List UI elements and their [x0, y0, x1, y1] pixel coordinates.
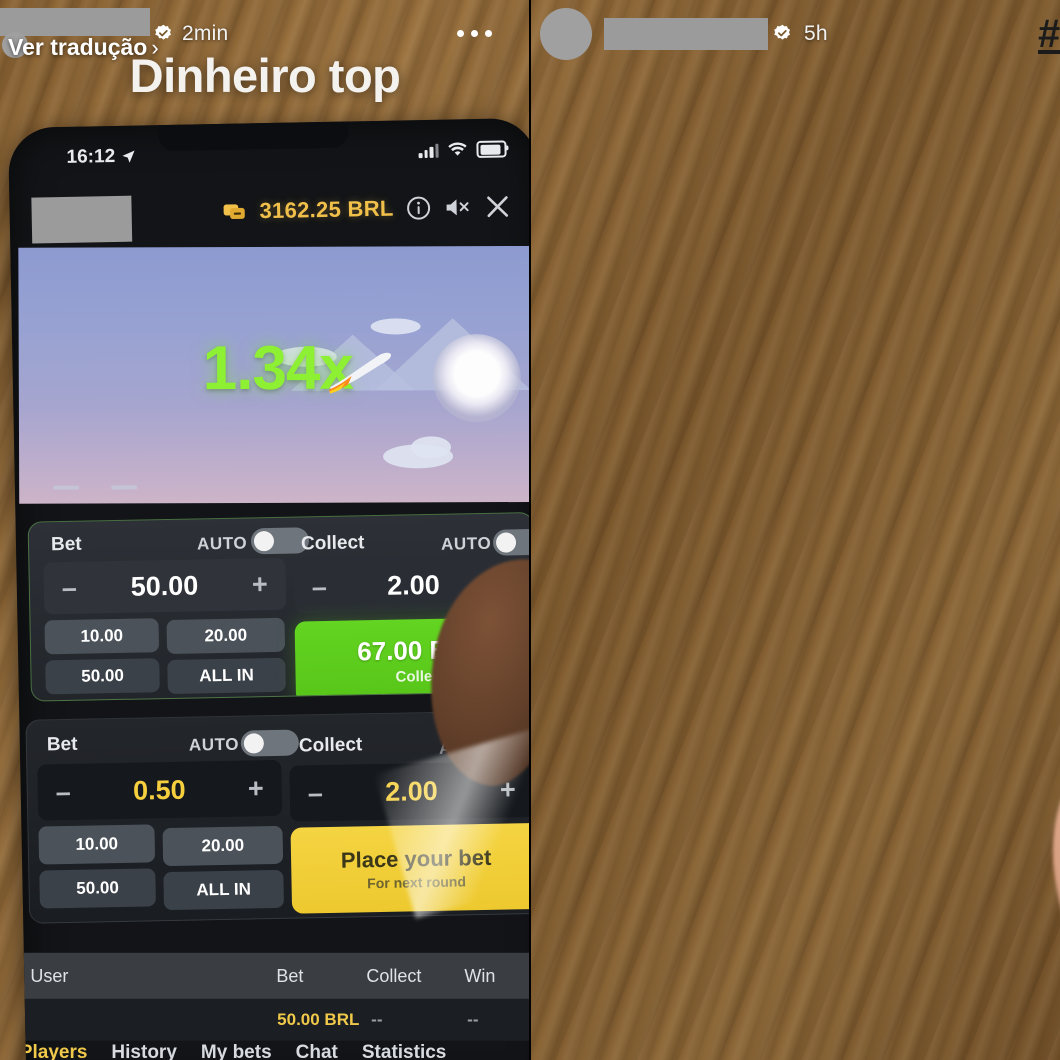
- bet-amount-stepper-1[interactable]: – 50.00 +: [43, 557, 287, 615]
- right-story-pane: 16:25 Depositar Escolha o método de depó…: [530, 0, 1060, 1060]
- bet-plus-1[interactable]: +: [234, 568, 286, 600]
- bet-minus-1[interactable]: –: [44, 572, 96, 604]
- left-story-pane: 16:12 3162.25 BRL 1.34x Bet AUTO Collect…: [0, 0, 530, 1060]
- tab-statistics[interactable]: Statistics: [362, 1042, 446, 1060]
- quick-amount-1-1[interactable]: 10.00: [44, 618, 160, 655]
- quick-amount-2-4[interactable]: ALL IN: [163, 869, 285, 911]
- game-canvas: 1.34x: [18, 245, 530, 504]
- bet-amount-value-2: 0.50: [132, 774, 186, 806]
- cellular-bars-icon: [418, 143, 439, 158]
- timestamp-right: 5h: [804, 22, 828, 45]
- bet-auto-label-1: AUTO: [196, 533, 248, 554]
- more-options-icon[interactable]: [457, 30, 492, 37]
- close-x-icon[interactable]: [483, 192, 512, 221]
- story-stage: 16:12 3162.25 BRL 1.34x Bet AUTO Collect…: [0, 0, 1060, 1060]
- bet-label-1: Bet: [50, 533, 82, 556]
- collect-minus-1[interactable]: –: [294, 571, 346, 603]
- bet-minus-2[interactable]: –: [37, 776, 89, 808]
- bottom-tab-bar: Players History My bets Chat Statistics: [14, 1033, 530, 1060]
- bets-table-header: User Bet Collect Win: [14, 952, 530, 1001]
- status-indicators: [418, 140, 507, 159]
- sound-muted-icon[interactable]: [443, 195, 471, 220]
- bet-plus-2[interactable]: +: [230, 772, 282, 804]
- right-story-header: 5h #: [530, 0, 1060, 62]
- bet-amount-value-1: 50.00: [130, 569, 199, 602]
- balance-amount: 3162.25 BRL: [259, 195, 394, 224]
- quick-amount-1-4[interactable]: ALL IN: [167, 657, 286, 695]
- tab-history[interactable]: History: [111, 1042, 176, 1060]
- table-cell-bet: 50.00 BRL: [277, 1009, 360, 1029]
- battery-icon: [476, 140, 507, 159]
- user-finger-right: [1037, 735, 1060, 1053]
- redacted-username-left: [0, 8, 150, 36]
- info-circle-icon[interactable]: [405, 195, 431, 221]
- balance-area: 3162.25 BRL: [221, 192, 512, 226]
- table-header-win: Win: [464, 965, 496, 986]
- collect-minus-2[interactable]: –: [290, 777, 342, 809]
- collect-label-1: Collect: [300, 532, 365, 555]
- wifi-icon: [448, 142, 467, 156]
- hashtag-icon: #: [1038, 12, 1060, 56]
- pane-divider: [529, 0, 531, 1060]
- verified-badge-icon: [773, 24, 792, 43]
- see-translation-button[interactable]: Ver tradução ›: [8, 34, 159, 61]
- collect-auto-toggle-1[interactable]: [492, 528, 530, 556]
- avatar[interactable]: [540, 8, 592, 60]
- quick-amount-1-3[interactable]: 50.00: [45, 658, 160, 695]
- tab-players[interactable]: Players: [20, 1042, 88, 1060]
- game-header-bar: 3162.25 BRL: [9, 180, 530, 246]
- location-arrow-icon: [122, 150, 135, 163]
- bet-auto-toggle-2[interactable]: [240, 729, 300, 757]
- collect-label-2: Collect: [298, 734, 363, 757]
- tab-chat[interactable]: Chat: [296, 1042, 338, 1060]
- redacted-username-right: [604, 18, 768, 50]
- coin-stack-icon: [223, 204, 245, 220]
- bet-auto-label-2: AUTO: [188, 734, 240, 755]
- left-phone-device: 16:12 3162.25 BRL 1.34x Bet AUTO Collect…: [8, 117, 530, 1060]
- table-header-user: User: [30, 965, 69, 986]
- tab-my-bets[interactable]: My bets: [201, 1042, 272, 1060]
- collect-auto-label-1: AUTO: [440, 533, 492, 554]
- table-cell-collect: --: [371, 1009, 383, 1029]
- table-header-collect: Collect: [366, 965, 422, 986]
- table-header-bet: Bet: [276, 965, 304, 986]
- status-time: 16:12: [66, 145, 116, 168]
- see-translation-label: Ver tradução: [8, 34, 148, 60]
- collect-multiplier-value-1: 2.00: [386, 569, 441, 601]
- redacted-brand-logo: [31, 195, 133, 244]
- status-clock: 16:12: [66, 146, 135, 169]
- quick-amount-2-2[interactable]: 20.00: [162, 825, 284, 867]
- timestamp-left: 2min: [182, 22, 229, 45]
- quick-amount-2-3[interactable]: 50.00: [39, 868, 156, 909]
- quick-amount-2-1[interactable]: 10.00: [38, 824, 156, 865]
- bet-amount-stepper-2[interactable]: – 0.50 +: [37, 759, 283, 821]
- bet-label-2: Bet: [46, 733, 78, 756]
- ios-status-bar: 16:12: [8, 138, 530, 182]
- chevron-right-icon: ›: [151, 34, 159, 60]
- multiplier-display: 1.34x: [202, 333, 353, 404]
- table-cell-win: --: [467, 1009, 479, 1029]
- quick-amount-1-2[interactable]: 20.00: [166, 617, 286, 655]
